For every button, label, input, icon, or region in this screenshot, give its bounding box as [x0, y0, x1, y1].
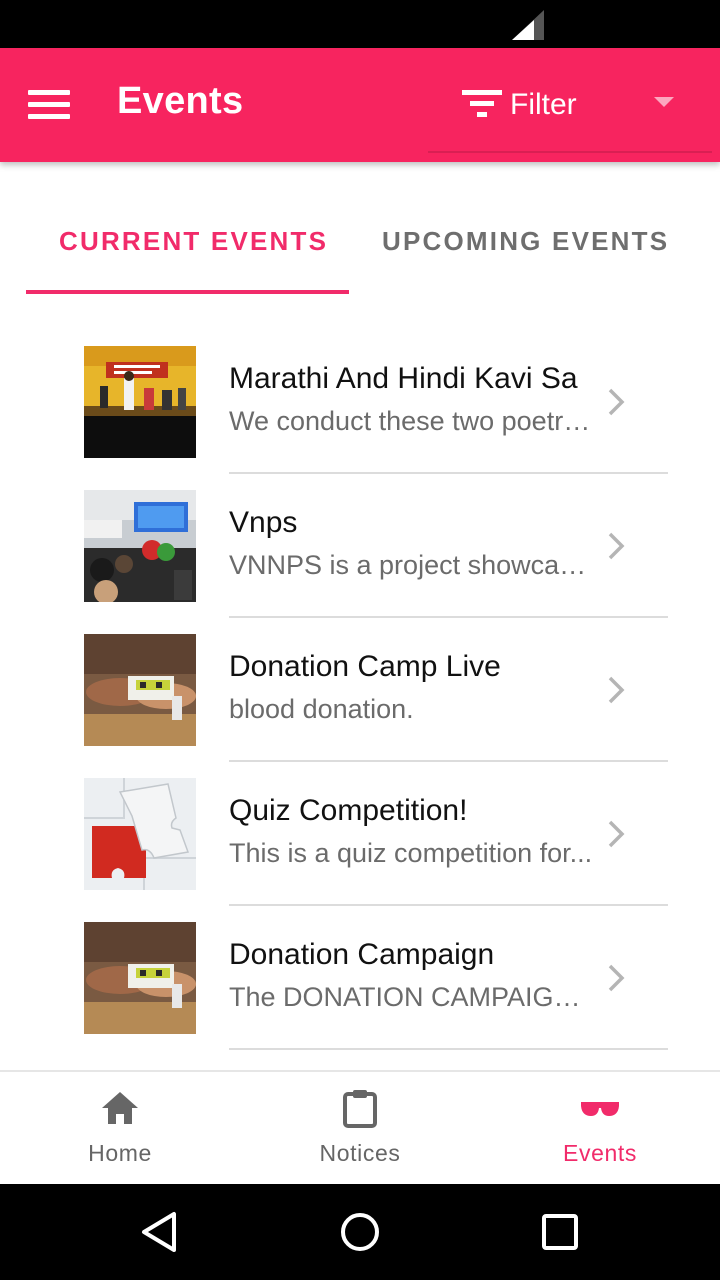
event-description: VNNPS is a project showcase...	[229, 550, 595, 580]
filter-icon	[462, 90, 502, 117]
chevron-right-icon	[608, 820, 625, 848]
back-icon[interactable]	[138, 1210, 182, 1254]
page-title: Events	[117, 80, 244, 122]
home-circle-icon[interactable]	[338, 1210, 382, 1254]
tab-upcoming-events[interactable]: UPCOMING EVENTS	[382, 226, 669, 257]
chevron-right-icon	[608, 676, 625, 704]
bottom-navigation: Home Notices Events	[0, 1070, 720, 1184]
nav-label-notices: Notices	[319, 1140, 401, 1166]
nav-label-home: Home	[88, 1140, 152, 1166]
event-title: Quiz Competition!	[229, 794, 468, 827]
event-title: Vnps	[229, 506, 298, 539]
event-tabs: CURRENT EVENTS UPCOMING EVENTS	[0, 162, 720, 294]
home-icon	[102, 1092, 138, 1124]
event-description: This is a quiz competition for...	[229, 838, 593, 868]
tab-current-events[interactable]: CURRENT EVENTS	[59, 226, 328, 257]
event-description: blood donation.	[229, 694, 414, 724]
nav-label-events: Events	[563, 1140, 637, 1166]
recents-icon[interactable]	[538, 1210, 582, 1254]
event-description: The DONATION CAMPAIGN ...	[229, 982, 595, 1012]
tab-indicator	[26, 290, 349, 294]
menu-icon[interactable]	[28, 90, 72, 122]
event-thumbnail	[84, 346, 196, 458]
event-title: Donation Campaign	[229, 938, 495, 971]
event-thumbnail	[84, 490, 196, 602]
event-thumbnail	[84, 922, 196, 1034]
nav-item-home[interactable]: Home	[0, 1072, 240, 1184]
list-item[interactable]: Donation Campaign The DONATION CAMPAIGN …	[0, 906, 720, 1050]
dropdown-arrow-icon	[654, 97, 674, 107]
event-description: We conduct these two poetry sessions...	[229, 406, 595, 436]
chevron-right-icon	[608, 532, 625, 560]
system-navigation-bar	[0, 1184, 720, 1280]
chevron-right-icon	[608, 388, 625, 416]
filter-label: Filter	[510, 88, 577, 121]
glasses-icon	[581, 1102, 619, 1116]
signal-icon	[512, 10, 544, 40]
status-bar	[0, 0, 720, 48]
divider	[229, 1048, 668, 1050]
clipboard-icon	[343, 1090, 377, 1128]
list-item[interactable]: Quiz Competition! This is a quiz competi…	[0, 762, 720, 906]
list-item[interactable]: Marathi And Hindi Kavi Sa We conduct the…	[0, 330, 720, 474]
filter-dropdown[interactable]: Filter	[428, 76, 712, 153]
nav-item-notices[interactable]: Notices	[240, 1072, 480, 1184]
list-item[interactable]: Donation Camp Live blood donation.	[0, 618, 720, 762]
event-thumbnail	[84, 634, 196, 746]
event-title: Donation Camp Live	[229, 650, 501, 683]
nav-item-events[interactable]: Events	[480, 1072, 720, 1184]
list-item[interactable]: Vnps VNNPS is a project showcase...	[0, 474, 720, 618]
event-title: Marathi And Hindi Kavi Sa	[229, 362, 578, 395]
event-thumbnail	[84, 778, 196, 890]
chevron-right-icon	[608, 964, 625, 992]
app-bar: Events Filter	[0, 48, 720, 162]
